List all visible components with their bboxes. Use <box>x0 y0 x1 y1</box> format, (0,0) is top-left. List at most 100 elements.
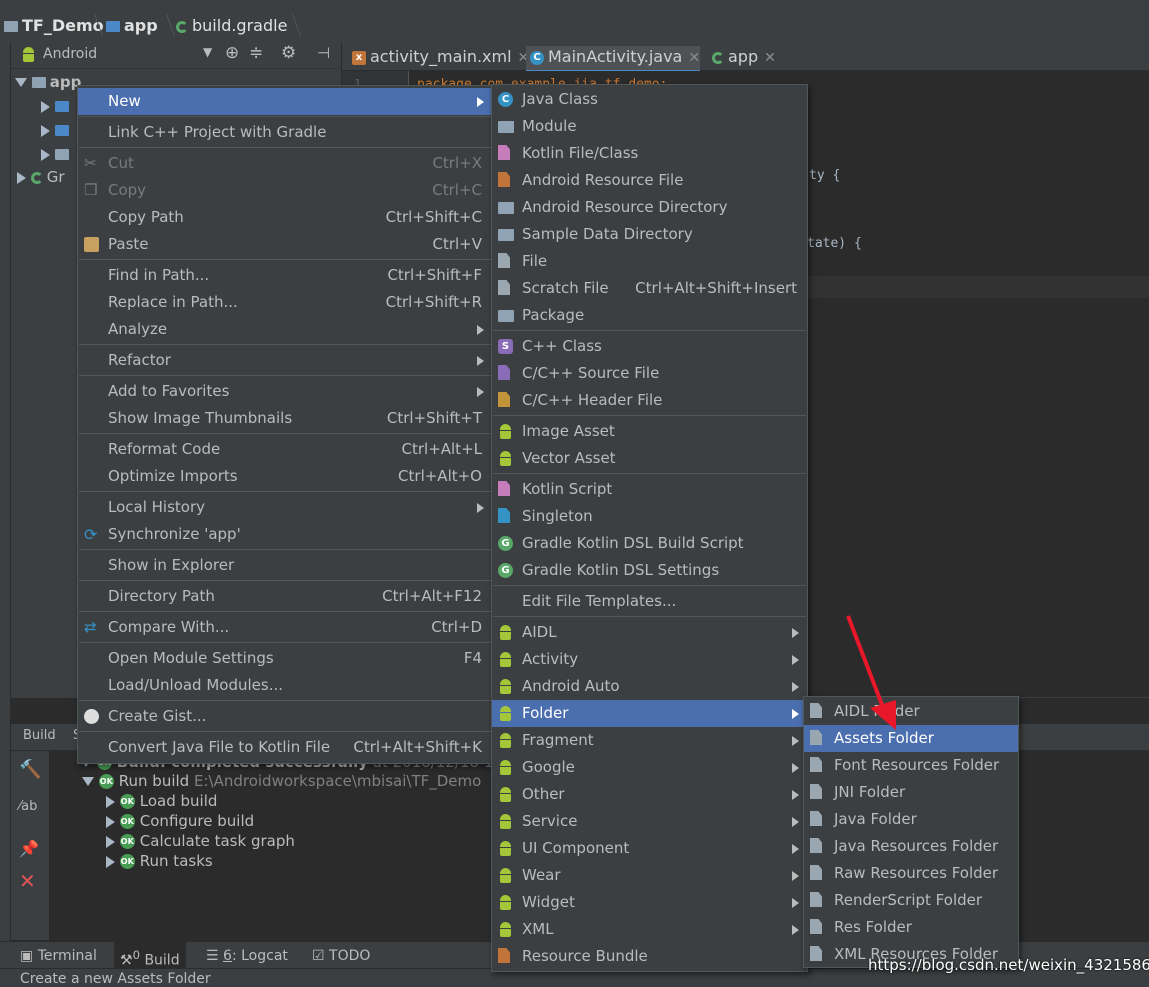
folder-file-icon <box>810 838 822 853</box>
menu-item-refactor[interactable]: Refactor <box>78 347 492 374</box>
toggle-view-icon[interactable]: ⁄ab <box>19 799 37 814</box>
menu-item-singleton[interactable]: Singleton <box>492 503 807 530</box>
menu-item-show-image-thumbnails[interactable]: Show Image Thumbnails Ctrl+Shift+T <box>78 405 492 432</box>
menu-item-cpp-source-file[interactable]: C/C++ Source File <box>492 360 807 387</box>
menu-item-create-gist[interactable]: Create Gist... <box>78 703 492 730</box>
menu-item-copy-path[interactable]: Copy Path Ctrl+Shift+C <box>78 204 492 231</box>
menu-item-assets-folder[interactable]: Assets Folder <box>804 725 1018 752</box>
hide-panel-icon[interactable]: ⊣ <box>317 44 330 62</box>
menu-item-copy[interactable]: ❐ Copy Ctrl+C <box>78 177 492 204</box>
menu-item-gradle-kotlin-build-script[interactable]: G Gradle Kotlin DSL Build Script <box>492 530 807 557</box>
menu-item-google[interactable]: Google <box>492 754 807 781</box>
menu-item-find-in-path[interactable]: Find in Path... Ctrl+Shift+F <box>78 262 492 289</box>
menu-item-kotlin-file[interactable]: Kotlin File/Class <box>492 140 807 167</box>
breadcrumb-file[interactable]: build.gradle <box>176 16 287 35</box>
menu-item-open-module-settings[interactable]: Open Module Settings F4 <box>78 645 492 672</box>
menu-item-file[interactable]: File <box>492 248 807 275</box>
menu-item-activity[interactable]: Activity <box>492 646 807 673</box>
menu-item-android-auto[interactable]: Android Auto <box>492 673 807 700</box>
close-icon[interactable]: ✕ <box>19 869 36 893</box>
menu-item-cut[interactable]: ✂ Cut Ctrl+X <box>78 150 492 177</box>
pin-icon[interactable]: 📌 <box>19 839 39 858</box>
menu-item-java-folder[interactable]: Java Folder <box>804 806 1018 833</box>
tab-todo[interactable]: ☑ TODO <box>312 948 370 964</box>
menu-item-aidl[interactable]: AIDL <box>492 619 807 646</box>
menu-item-android-resource-file[interactable]: Android Resource File <box>492 167 807 194</box>
menu-item-cpp-header-file[interactable]: C/C++ Header File <box>492 387 807 414</box>
menu-item-java-resources-folder[interactable]: Java Resources Folder <box>804 833 1018 860</box>
menu-divider <box>79 580 491 581</box>
menu-item-font-resources-folder[interactable]: Font Resources Folder <box>804 752 1018 779</box>
menu-item-cpp-class[interactable]: S C++ Class <box>492 333 807 360</box>
menu-item-reformat-code[interactable]: Reformat Code Ctrl+Alt+L <box>78 436 492 463</box>
menu-item-add-to-favorites[interactable]: Add to Favorites <box>78 378 492 405</box>
menu-item-convert-to-kotlin[interactable]: Convert Java File to Kotlin File Ctrl+Alt… <box>78 734 492 761</box>
menu-item-synchronize[interactable]: ⟳ Synchronize 'app' <box>78 521 492 548</box>
tree-item-app[interactable]: app <box>15 73 81 91</box>
menu-item-vector-asset[interactable]: Vector Asset <box>492 445 807 472</box>
menu-item-directory-path[interactable]: Directory Path Ctrl+Alt+F12 <box>78 583 492 610</box>
tab-main-activity-java[interactable]: C MainActivity.java ✕ <box>526 46 701 73</box>
gear-icon[interactable]: ⚙ <box>281 43 296 63</box>
menu-item-module[interactable]: Module <box>492 113 807 140</box>
task-row[interactable]: OK Load build <box>106 792 217 810</box>
tree-item[interactable] <box>41 121 73 139</box>
menu-item-widget[interactable]: Widget <box>492 889 807 916</box>
tab-build[interactable]: Build <box>23 728 56 743</box>
close-icon[interactable]: ✕ <box>688 50 700 66</box>
menu-item-compare-with[interactable]: ⇄ Compare With... Ctrl+D <box>78 614 492 641</box>
tab-build-tool[interactable]: ⚒0 Build <box>114 942 186 969</box>
run-build-row[interactable]: OK Run build E:\Androidworkspace\mbisai\T… <box>82 772 481 790</box>
menu-item-service[interactable]: Service <box>492 808 807 835</box>
breadcrumb-module[interactable]: app <box>106 16 158 35</box>
menu-item-java-class[interactable]: C Java Class <box>492 86 807 113</box>
menu-item-analyze[interactable]: Analyze <box>78 316 492 343</box>
target-icon[interactable]: ⊕ <box>225 43 239 63</box>
tab-app[interactable]: app ✕ <box>708 46 776 70</box>
menu-item-ui-component[interactable]: UI Component <box>492 835 807 862</box>
hammer-icon[interactable]: 🔨 <box>19 759 41 780</box>
menu-item-link-cpp[interactable]: Link C++ Project with Gradle <box>78 119 492 146</box>
tree-item[interactable] <box>41 145 73 163</box>
menu-item-gradle-kotlin-settings[interactable]: G Gradle Kotlin DSL Settings <box>492 557 807 584</box>
menu-item-new[interactable]: New <box>78 88 492 115</box>
menu-item-sample-data-directory[interactable]: Sample Data Directory <box>492 221 807 248</box>
menu-item-aidl-folder[interactable]: AIDL Folder <box>804 698 1018 725</box>
menu-item-xml[interactable]: XML <box>492 916 807 943</box>
menu-item-edit-file-templates[interactable]: Edit File Templates... <box>492 588 807 615</box>
menu-item-package[interactable]: Package <box>492 302 807 329</box>
view-mode-select[interactable]: Android <box>43 46 97 62</box>
menu-item-show-in-explorer[interactable]: Show in Explorer <box>78 552 492 579</box>
close-icon[interactable]: ✕ <box>764 50 776 66</box>
menu-item-image-asset[interactable]: Image Asset <box>492 418 807 445</box>
menu-item-raw-resources-folder[interactable]: Raw Resources Folder <box>804 860 1018 887</box>
collapse-icon[interactable]: ≑ <box>249 43 263 63</box>
menu-item-optimize-imports[interactable]: Optimize Imports Ctrl+Alt+O <box>78 463 492 490</box>
menu-item-paste[interactable]: Paste Ctrl+V <box>78 231 492 258</box>
menu-item-folder[interactable]: Folder <box>492 700 807 727</box>
menu-item-replace-in-path[interactable]: Replace in Path... Ctrl+Shift+R <box>78 289 492 316</box>
task-row[interactable]: OK Configure build <box>106 812 254 830</box>
menu-item-kotlin-script[interactable]: Kotlin Script <box>492 476 807 503</box>
expand-icon <box>106 795 115 808</box>
chevron-down-icon[interactable]: ▼ <box>203 45 212 59</box>
tree-item[interactable] <box>41 97 73 115</box>
tab-logcat[interactable]: ☰ 6: Logcat <box>206 948 288 964</box>
tree-item-gradle[interactable]: Gr <box>17 168 65 186</box>
menu-item-jni-folder[interactable]: JNI Folder <box>804 779 1018 806</box>
task-row[interactable]: OK Run tasks <box>106 852 213 870</box>
menu-item-fragment[interactable]: Fragment <box>492 727 807 754</box>
menu-item-android-resource-directory[interactable]: Android Resource Directory <box>492 194 807 221</box>
menu-item-scratch-file[interactable]: Scratch File Ctrl+Alt+Shift+Insert <box>492 275 807 302</box>
menu-item-load-unload-modules[interactable]: Load/Unload Modules... <box>78 672 492 699</box>
menu-item-renderscript-folder[interactable]: RenderScript Folder <box>804 887 1018 914</box>
menu-item-resource-bundle[interactable]: Resource Bundle <box>492 943 807 970</box>
menu-item-local-history[interactable]: Local History <box>78 494 492 521</box>
tab-activity-main-xml[interactable]: x activity_main.xml ✕ <box>348 46 529 70</box>
menu-divider <box>79 731 491 732</box>
menu-item-other[interactable]: Other <box>492 781 807 808</box>
menu-item-wear[interactable]: Wear <box>492 862 807 889</box>
menu-item-res-folder[interactable]: Res Folder <box>804 914 1018 941</box>
tab-terminal[interactable]: ▣ Terminal <box>20 948 97 964</box>
task-row[interactable]: OK Calculate task graph <box>106 832 295 850</box>
